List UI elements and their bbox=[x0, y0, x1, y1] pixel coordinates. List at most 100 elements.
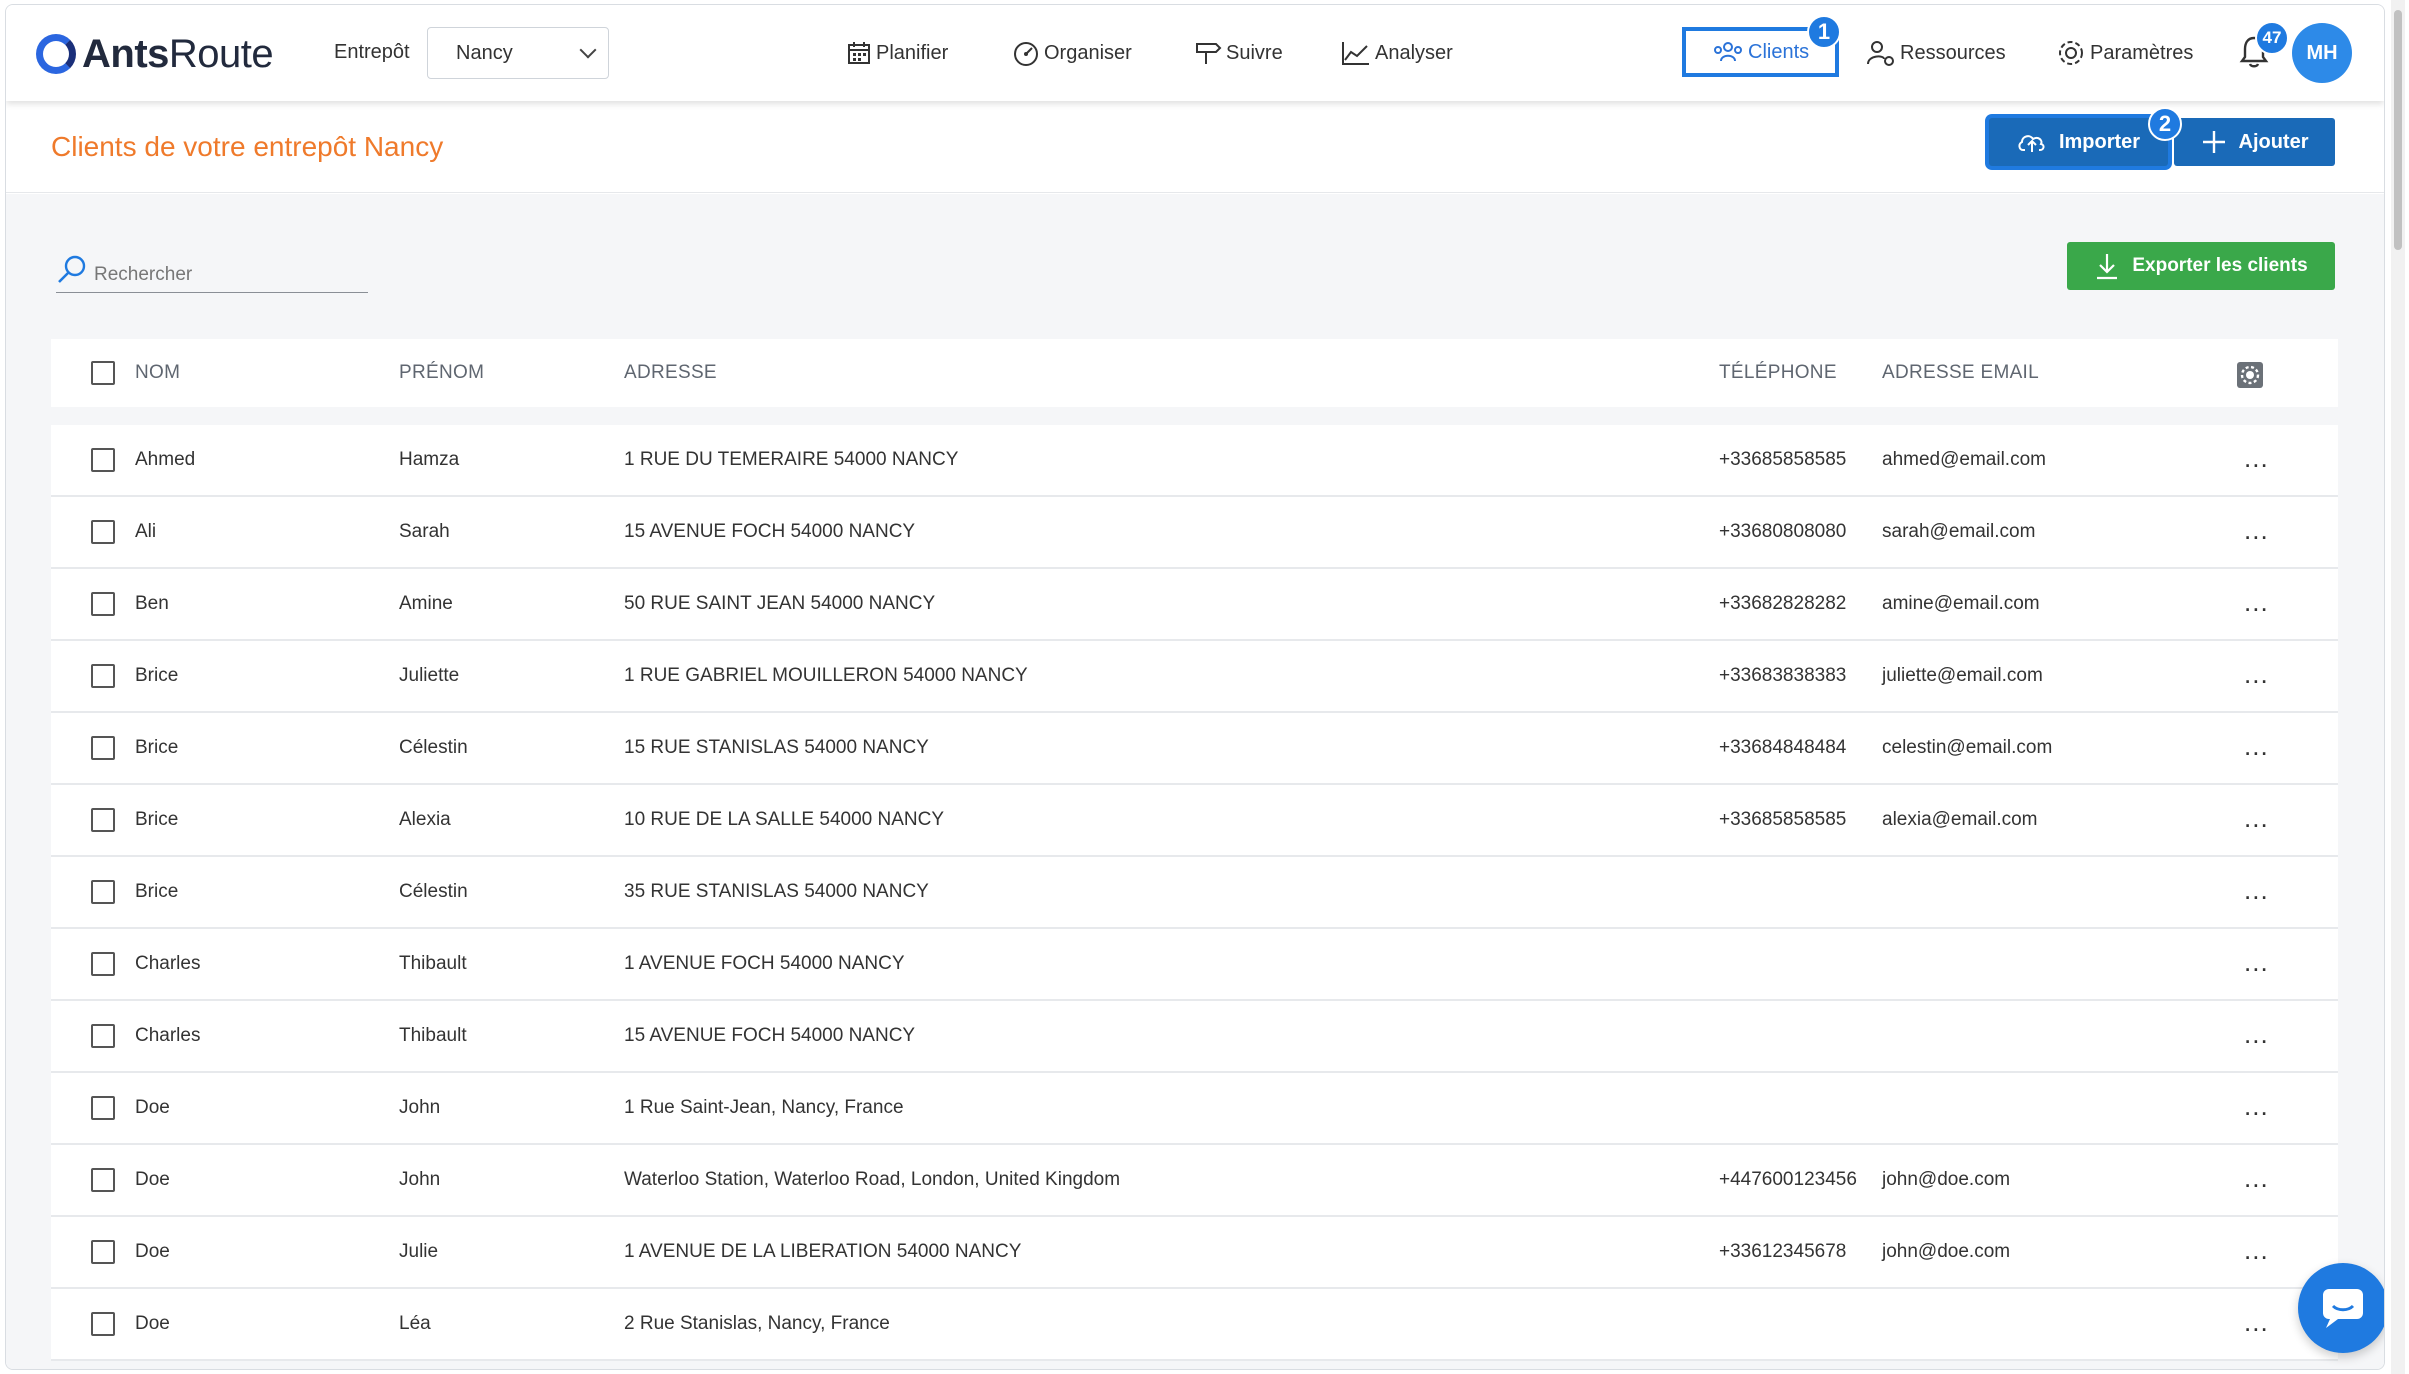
row-more-actions-icon[interactable]: ... bbox=[2244, 1091, 2269, 1122]
scrollbar-thumb[interactable] bbox=[2394, 10, 2402, 250]
row-checkbox[interactable] bbox=[91, 880, 115, 904]
row-more-actions-icon[interactable]: ... bbox=[2244, 731, 2269, 762]
warehouse-selected-value: Nancy bbox=[456, 41, 513, 64]
header-nom[interactable]: NOM bbox=[135, 362, 180, 384]
page-scrollbar[interactable] bbox=[2391, 0, 2405, 1374]
user-settings-icon bbox=[1867, 41, 1894, 66]
row-more-actions-icon[interactable]: ... bbox=[2244, 1019, 2269, 1050]
row-more-actions-icon[interactable]: ... bbox=[2244, 1163, 2269, 1194]
chevron-down-icon bbox=[579, 41, 597, 59]
row-checkbox[interactable] bbox=[91, 1240, 115, 1264]
row-more-actions-icon[interactable]: ... bbox=[2244, 659, 2269, 690]
table-row[interactable]: Ali Sarah 15 AVENUE FOCH 54000 NANCY +33680… bbox=[51, 497, 2338, 569]
nav-suivre-label: Suivre bbox=[1226, 41, 1283, 64]
nav-ressources[interactable]: Ressources bbox=[1866, 5, 2006, 101]
column-settings-gear-icon[interactable] bbox=[2236, 361, 2264, 389]
cell-adresse: 1 AVENUE FOCH 54000 NANCY bbox=[624, 953, 905, 974]
cell-email: sarah@email.com bbox=[1882, 521, 2036, 542]
select-all-checkbox[interactable] bbox=[91, 361, 115, 385]
row-checkbox[interactable] bbox=[91, 808, 115, 832]
app-window: Ants Route Entrepôt Nancy Planifier Organ… bbox=[5, 4, 2385, 1370]
table-row[interactable]: Doe John Waterloo Station, Waterloo Road, … bbox=[51, 1145, 2338, 1217]
row-more-actions-icon[interactable]: ... bbox=[2244, 1307, 2269, 1338]
table-row[interactable]: Brice Célestin 15 RUE STANISLAS 54000 NANC… bbox=[51, 713, 2338, 785]
cell-prenom: Juliette bbox=[399, 665, 460, 686]
row-more-actions-icon[interactable]: ... bbox=[2244, 803, 2269, 834]
row-more-actions-icon[interactable]: ... bbox=[2244, 443, 2269, 474]
header-adresse[interactable]: ADRESSE bbox=[624, 362, 717, 384]
table-row[interactable]: Ben Amine 50 RUE SAINT JEAN 54000 NANCY +33… bbox=[51, 569, 2338, 641]
nav-suivre[interactable]: Suivre bbox=[1194, 5, 1283, 101]
row-more-actions-icon[interactable]: ... bbox=[2244, 1235, 2269, 1266]
export-button-label: Exporter les clients bbox=[2132, 255, 2308, 276]
import-button[interactable]: Importer bbox=[1989, 118, 2168, 166]
row-more-actions-icon[interactable]: ... bbox=[2244, 947, 2269, 978]
row-checkbox[interactable] bbox=[91, 736, 115, 760]
cell-telephone: +33685858585 bbox=[1719, 449, 1847, 470]
table-row[interactable]: Charles Thibault 15 AVENUE FOCH 54000 NANC… bbox=[51, 1001, 2338, 1073]
nav-organiser[interactable]: Organiser bbox=[1012, 5, 1132, 101]
row-checkbox[interactable] bbox=[91, 1096, 115, 1120]
table-row[interactable]: Doe John 1 Rue Saint-Jean, Nancy, France..… bbox=[51, 1073, 2338, 1145]
search-input[interactable]: Rechercher bbox=[56, 255, 368, 293]
row-checkbox[interactable] bbox=[91, 664, 115, 688]
table-row[interactable]: Doe Léa 2 Rue Stanislas, Nancy, France... bbox=[51, 1289, 2338, 1361]
cell-email: john@doe.com bbox=[1882, 1169, 2011, 1190]
cell-adresse: 15 AVENUE FOCH 54000 NANCY bbox=[624, 1025, 916, 1046]
table-row[interactable]: Charles Thibault 1 AVENUE FOCH 54000 NANCY… bbox=[51, 929, 2338, 1001]
add-button[interactable]: Ajouter bbox=[2174, 118, 2335, 166]
nav-parametres[interactable]: Paramètres bbox=[2056, 5, 2193, 101]
top-bar: Ants Route Entrepôt Nancy Planifier Organ… bbox=[6, 5, 2384, 101]
cell-adresse: 1 RUE GABRIEL MOUILLERON 54000 NANCY bbox=[624, 665, 1028, 686]
table-row[interactable]: Brice Célestin 35 RUE STANISLAS 54000 NANC… bbox=[51, 857, 2338, 929]
cell-prenom: Léa bbox=[399, 1313, 431, 1334]
cell-adresse: 15 AVENUE FOCH 54000 NANCY bbox=[624, 521, 916, 542]
nav-clients-label: Clients bbox=[1748, 40, 1810, 63]
export-clients-button[interactable]: Exporter les clients bbox=[2067, 242, 2335, 290]
cell-prenom: Hamza bbox=[399, 449, 460, 470]
row-checkbox[interactable] bbox=[91, 520, 115, 544]
table-row[interactable]: Doe Julie 1 AVENUE DE LA LIBERATION 54000 … bbox=[51, 1217, 2338, 1289]
plus-icon bbox=[2202, 131, 2225, 153]
row-checkbox[interactable] bbox=[91, 1168, 115, 1192]
row-checkbox[interactable] bbox=[91, 1312, 115, 1336]
cell-telephone: +33683838383 bbox=[1719, 665, 1847, 686]
cell-nom: Brice bbox=[135, 737, 179, 758]
cell-telephone: +33680808080 bbox=[1719, 521, 1847, 542]
header-prenom[interactable]: PRÉNOM bbox=[399, 362, 484, 384]
logo[interactable]: Ants Route bbox=[36, 29, 274, 79]
table-row[interactable]: Ahmed Hamza 1 RUE DU TEMERAIRE 54000 NANCY… bbox=[51, 425, 2338, 497]
cell-adresse: 50 RUE SAINT JEAN 54000 NANCY bbox=[624, 593, 936, 614]
cell-prenom: Sarah bbox=[399, 521, 450, 542]
warehouse-select[interactable]: Nancy bbox=[427, 27, 609, 79]
cell-prenom: Célestin bbox=[399, 881, 468, 902]
cell-adresse: 1 Rue Saint-Jean, Nancy, France bbox=[624, 1097, 904, 1118]
cell-nom: Ahmed bbox=[135, 449, 196, 470]
row-more-actions-icon[interactable]: ... bbox=[2244, 587, 2269, 618]
row-checkbox[interactable] bbox=[91, 952, 115, 976]
import-button-label: Importer bbox=[2058, 130, 2141, 153]
row-more-actions-icon[interactable]: ... bbox=[2244, 515, 2269, 546]
row-checkbox[interactable] bbox=[91, 592, 115, 616]
nav-ressources-label: Ressources bbox=[1900, 41, 2006, 64]
nav-analyser[interactable]: Analyser bbox=[1341, 5, 1453, 101]
table-row[interactable]: Brice Alexia 10 RUE DE LA SALLE 54000 NANC… bbox=[51, 785, 2338, 857]
chat-support-button[interactable] bbox=[2298, 1263, 2384, 1353]
gear-icon bbox=[2059, 41, 2083, 65]
header-email[interactable]: ADRESSE EMAIL bbox=[1882, 362, 2039, 384]
avatar[interactable]: MH bbox=[2292, 23, 2352, 83]
main-content: Rechercher Exporter les clients NOM PRÉN… bbox=[6, 194, 2384, 1369]
row-more-actions-icon[interactable]: ... bbox=[2244, 875, 2269, 906]
cloud-upload-icon bbox=[2018, 135, 2045, 152]
nav-planifier[interactable]: Planifier bbox=[846, 5, 948, 101]
chat-bubble-icon bbox=[2323, 1289, 2363, 1328]
download-icon bbox=[2097, 254, 2118, 280]
step-badge-1: 1 bbox=[1807, 15, 1841, 49]
client-table-body: Ahmed Hamza 1 RUE DU TEMERAIRE 54000 NANCY… bbox=[51, 425, 2338, 1361]
header-telephone[interactable]: TÉLÉPHONE bbox=[1719, 362, 1837, 384]
row-checkbox[interactable] bbox=[91, 1024, 115, 1048]
table-header: NOM PRÉNOM ADRESSE TÉLÉPHONE ADRESSE EMA… bbox=[51, 339, 2338, 407]
step-badge-2: 2 bbox=[2148, 107, 2182, 141]
table-row[interactable]: Brice Juliette 1 RUE GABRIEL MOUILLERON 54… bbox=[51, 641, 2338, 713]
row-checkbox[interactable] bbox=[91, 448, 115, 472]
